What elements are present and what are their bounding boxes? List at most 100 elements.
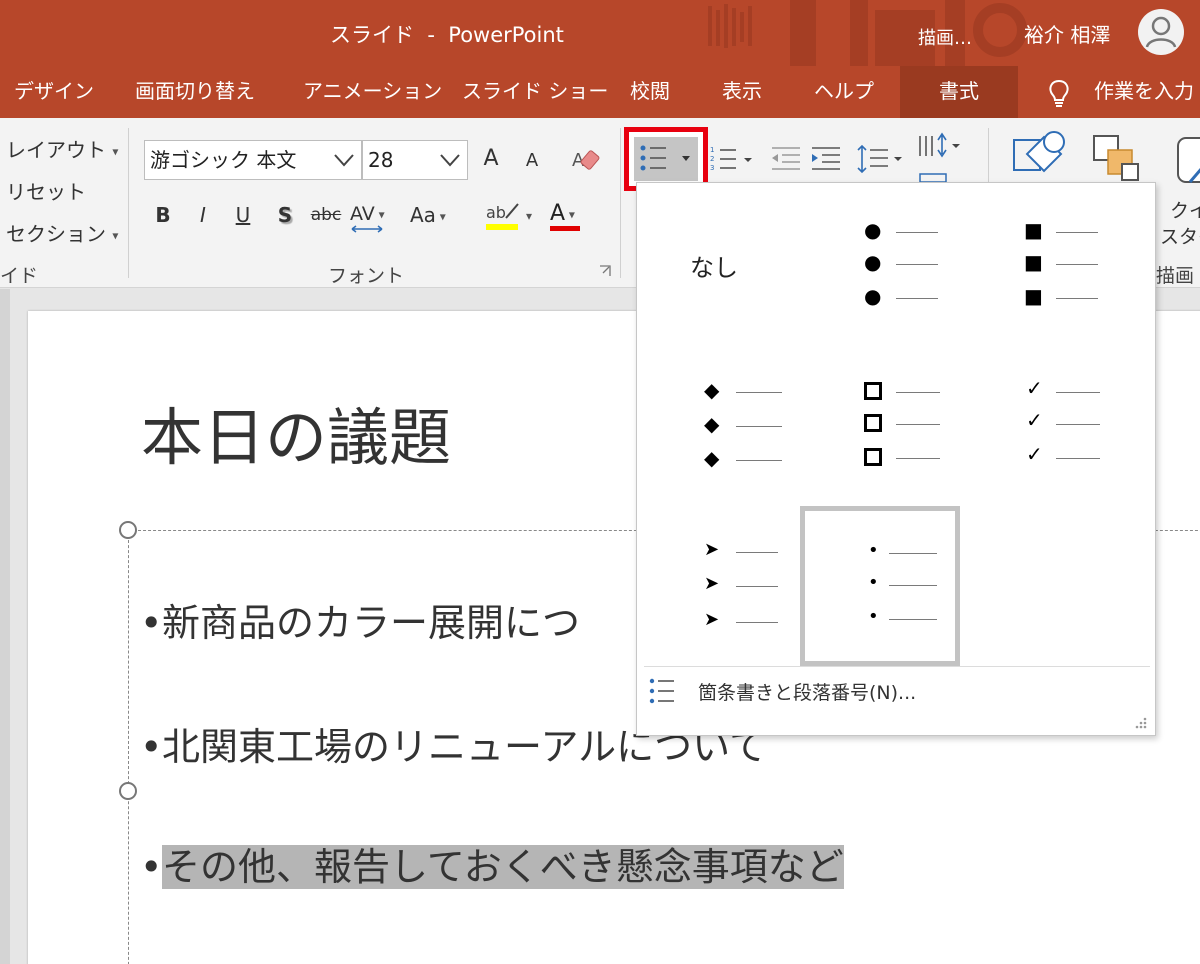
bullet-line <box>1056 392 1100 393</box>
increase-font-button[interactable]: A <box>478 144 504 174</box>
quick-styles-icon[interactable] <box>1174 134 1200 190</box>
filled-square-icon: ■ <box>1024 250 1043 274</box>
bullet-list-icon <box>649 678 674 704</box>
bullet-style-filled-round[interactable]: ● ● ● <box>800 186 960 346</box>
bullet-style-diamond[interactable]: ◆ ◆ ◆ <box>640 346 800 506</box>
bullet-line <box>896 392 940 393</box>
bullet-line <box>896 264 938 265</box>
avatar[interactable] <box>1138 9 1184 55</box>
bullet-style-hollow-square[interactable] <box>800 346 960 506</box>
bullet-line <box>1056 232 1098 233</box>
svg-text:▾: ▾ <box>526 209 532 223</box>
bullets-and-numbering-label: 箇条書きと段落番号(N)... <box>698 682 917 704</box>
resize-handle-middle-left[interactable] <box>119 782 137 800</box>
arrow-bullet-icon: ➤ <box>704 573 720 594</box>
text-shadow-button[interactable]: S <box>274 200 296 230</box>
none-label: なし <box>690 254 738 282</box>
tab-animations[interactable]: アニメーション <box>303 66 442 118</box>
section-button[interactable]: セクション ▾ <box>6 218 118 247</box>
bullet-line <box>896 232 938 233</box>
tab-slideshow[interactable]: スライド ショー <box>462 66 608 118</box>
bullet-item[interactable]: •新商品のカラー展開につ <box>140 592 580 647</box>
svg-text:3: 3 <box>710 164 714 172</box>
checkmark-icon: ✓ <box>1026 376 1043 400</box>
bullet-item-selected[interactable]: •その他、報告しておくべき懸念事項など <box>140 836 844 891</box>
decrease-font-button[interactable]: A <box>520 146 544 176</box>
increase-indent-icon[interactable] <box>808 142 844 176</box>
bullet-style-arrow[interactable]: ➤ ➤ ➤ <box>640 506 800 666</box>
arrange-icon[interactable] <box>1090 132 1146 186</box>
shapes-icon[interactable] <box>1010 130 1070 186</box>
chevron-down-icon[interactable] <box>331 147 357 173</box>
bullet-marker: • <box>140 845 163 889</box>
svg-text:2: 2 <box>710 155 714 163</box>
tab-design[interactable]: デザイン <box>14 66 94 118</box>
reset-button[interactable]: リセット <box>6 176 86 205</box>
menu-divider <box>644 666 1150 667</box>
filled-circle-icon: ● <box>864 218 882 242</box>
bullet-style-none[interactable]: なし <box>640 186 800 346</box>
resize-grip-icon[interactable] <box>1134 716 1148 730</box>
filled-square-icon: ■ <box>1024 284 1043 308</box>
bullet-line <box>1056 264 1098 265</box>
change-case-button[interactable]: Aa ▾ <box>410 200 462 232</box>
underline-button[interactable]: U <box>232 200 254 230</box>
tab-format[interactable]: 書式 <box>900 66 1018 118</box>
bullet-style-small-dot-selected[interactable]: • • • <box>800 506 960 666</box>
bullet-line <box>736 460 782 461</box>
bullet-line <box>896 458 940 459</box>
chevron-down-icon: ▾ <box>374 207 385 222</box>
highlight-color-icon[interactable]: ab ▾ <box>484 198 540 234</box>
strikethrough-button[interactable]: abc <box>308 200 344 230</box>
lightbulb-icon[interactable] <box>1046 78 1072 108</box>
svg-text:ab: ab <box>486 203 506 222</box>
font-group-label: フォント <box>328 265 405 287</box>
bullet-line <box>1056 458 1100 459</box>
font-color-button[interactable]: A ▾ <box>550 198 602 231</box>
filled-square-icon: ■ <box>1024 218 1043 242</box>
numbered-list-icon[interactable]: 123 <box>708 142 756 176</box>
layout-button[interactable]: レイアウト ▾ <box>6 134 118 163</box>
bullet-style-filled-square[interactable]: ■ ■ ■ <box>960 186 1120 346</box>
line-spacing-icon[interactable] <box>856 142 906 176</box>
bullet-list-icon <box>640 145 690 171</box>
title-bar: スライド - PowerPoint 描画… 裕介 相澤 <box>0 0 1200 66</box>
arrow-bullet-icon: ➤ <box>704 609 720 630</box>
dialog-launcher-icon[interactable] <box>598 264 612 278</box>
resize-handle-top-left[interactable] <box>119 521 137 539</box>
text-direction-icon[interactable] <box>914 130 966 182</box>
font-size-combo[interactable]: 28 <box>362 140 468 180</box>
bullet-line <box>736 622 778 623</box>
hollow-square-icon <box>864 448 882 466</box>
slide-title[interactable]: 本日の議題 <box>141 387 451 477</box>
filled-circle-icon: ● <box>864 284 882 308</box>
filled-circle-icon: ● <box>864 250 882 274</box>
clear-formatting-icon[interactable]: A <box>570 142 604 176</box>
selected-text: その他、報告しておくべき懸念事項など <box>162 845 844 889</box>
small-dot-icon: • <box>868 540 879 561</box>
drawing-group-label: 描画 <box>1156 265 1195 287</box>
tell-me-search[interactable]: 作業を入力 <box>1094 66 1194 118</box>
italic-button[interactable]: I <box>192 200 214 230</box>
decrease-indent-icon[interactable] <box>768 142 804 176</box>
bold-button[interactable]: B <box>152 200 174 230</box>
font-name-value: 游ゴシック 本文 <box>150 148 297 172</box>
chevron-down-icon[interactable] <box>437 147 463 173</box>
group-divider <box>128 128 129 278</box>
bullet-line <box>889 553 937 554</box>
user-name[interactable]: 裕介 相澤 <box>1024 19 1110 48</box>
checkmark-icon: ✓ <box>1026 408 1043 432</box>
small-dot-icon: • <box>868 606 879 627</box>
character-spacing-button[interactable]: AV ▾ <box>350 198 402 233</box>
tab-transitions[interactable]: 画面切り替え <box>135 66 255 118</box>
svg-text:1: 1 <box>710 146 714 154</box>
window-title: スライド - PowerPoint <box>330 23 564 47</box>
tab-review[interactable]: 校閲 <box>630 66 670 118</box>
group-divider <box>620 128 621 278</box>
diamond-icon: ◆ <box>704 378 720 402</box>
font-name-combo[interactable]: 游ゴシック 本文 <box>144 140 362 180</box>
tab-help[interactable]: ヘルプ <box>814 66 874 118</box>
bullet-style-checkmark[interactable]: ✓ ✓ ✓ <box>960 346 1120 506</box>
tab-view[interactable]: 表示 <box>722 66 762 118</box>
titlebar-decoration <box>708 0 1027 66</box>
